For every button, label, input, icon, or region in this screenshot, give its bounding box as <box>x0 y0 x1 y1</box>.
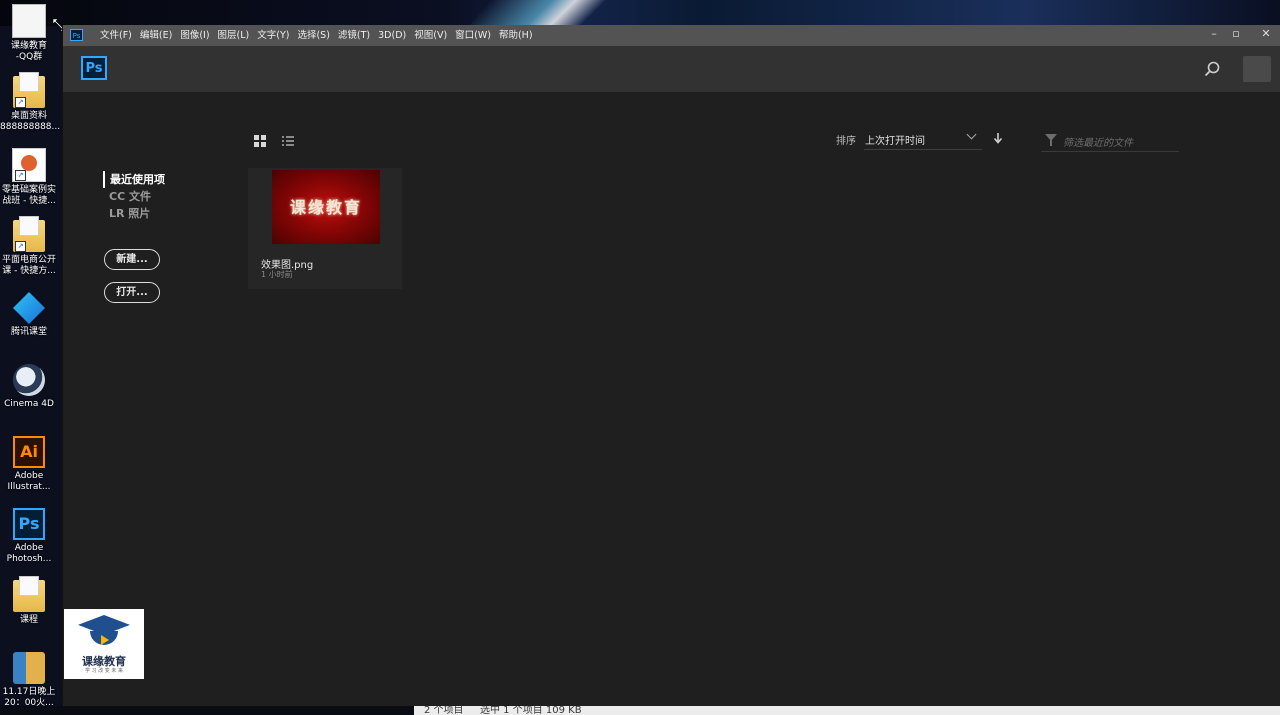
menu-type[interactable]: 文字(Y) <box>257 25 295 46</box>
desktop-icon-label: 课程 <box>19 615 38 625</box>
folder-icon: ↗ <box>13 216 45 252</box>
filter-field[interactable]: 筛选最近的文件 <box>1041 129 1179 152</box>
desktop-icon-column: 课缘教育 -QQ群 ↗ 桌面资料 888888888... ↗ 零基础案例实 战… <box>0 0 60 715</box>
cinema4d-icon <box>13 364 45 396</box>
filter-placeholder: 筛选最近的文件 <box>1063 138 1133 149</box>
status-selected: 选中 1 个项目 109 KB <box>480 706 582 715</box>
desktop-icon-label: 平面电商公开 课 - 快捷方... <box>1 255 56 276</box>
menu-image[interactable]: 图像(I) <box>180 25 215 46</box>
menu-3d[interactable]: 3D(D) <box>378 25 412 46</box>
desktop-icon-courses[interactable]: 课程 <box>0 576 58 626</box>
desktop-icon-label: 零基础案例实 战班 - 快捷... <box>1 185 56 206</box>
sidebar-item-recent[interactable]: 最近使用项 <box>103 171 165 188</box>
menu-view[interactable]: 视图(V) <box>414 25 453 46</box>
document-icon <box>12 4 46 38</box>
new-button[interactable]: 新建... <box>104 249 160 270</box>
filter-funnel-icon <box>1045 134 1057 146</box>
photoshop-app-icon[interactable]: Ps <box>70 29 83 41</box>
desktop-icon-ecommerce-course[interactable]: ↗ 平面电商公开 课 - 快捷方... <box>0 216 58 277</box>
menu-filter[interactable]: 滤镜(T) <box>338 25 376 46</box>
desktop-icon-tencent-classroom[interactable]: 腾讯课堂 <box>0 292 58 338</box>
menu-select[interactable]: 选择(S) <box>297 25 335 46</box>
ps-logo[interactable]: Ps <box>81 56 107 80</box>
desktop-icon-archive[interactable]: 11.17日晚上 20：00火... <box>0 652 58 709</box>
sort-direction-arrow-icon[interactable] <box>993 132 1003 144</box>
desktop-wallpaper <box>0 0 1280 26</box>
tencent-classroom-icon <box>13 292 45 324</box>
list-view-icon[interactable] <box>282 135 294 147</box>
desktop-icon-label: Cinema 4D <box>4 399 54 409</box>
illustrator-icon: Ai <box>13 436 45 468</box>
user-avatar[interactable] <box>1243 56 1271 82</box>
wallpaper-light-streak <box>469 0 641 26</box>
desktop-icon-qq-group[interactable]: 课缘教育 -QQ群 <box>0 4 58 63</box>
menu-window[interactable]: 窗口(W) <box>455 25 497 46</box>
sidebar-item-lr-photos[interactable]: LR 照片 <box>103 205 165 222</box>
file-thumbnail: 课缘教育 <box>272 170 380 244</box>
status-item-count: 2 个项目 <box>424 706 464 715</box>
desktop-icon-label: Adobe Photosh... <box>6 543 52 564</box>
menu-edit[interactable]: 编辑(E) <box>140 25 178 46</box>
explorer-status-bar: 2 个项目 选中 1 个项目 109 KB <box>414 706 1280 715</box>
logo-subtext: 学 习 改 变 未 来 <box>85 668 123 674</box>
watermark-logo: 课缘教育 学 习 改 变 未 来 <box>64 609 144 679</box>
menu-help[interactable]: 帮助(H) <box>499 25 539 46</box>
desktop-icon-basic-course[interactable]: ↗ 零基础案例实 战班 - 快捷... <box>0 148 58 207</box>
desktop-icon-label: 桌面资料 888888888... <box>0 111 61 132</box>
menu-bar: Ps 文件(F) 编辑(E) 图像(I) 图层(L) 文字(Y) 选择(S) 滤… <box>63 25 1280 46</box>
file-time: 1 小时前 <box>261 270 293 279</box>
grid-view-icon[interactable] <box>254 135 266 147</box>
folder-icon <box>13 576 45 612</box>
sort-dropdown[interactable]: 上次打开时间 <box>864 127 982 150</box>
desktop-icon-label: 课缘教育 -QQ群 <box>10 41 47 62</box>
minimize-button[interactable]: – <box>1203 25 1225 46</box>
archive-icon <box>13 652 45 684</box>
desktop-icon-label: 腾讯课堂 <box>10 327 47 337</box>
recent-file-card[interactable]: 课缘教育 效果图.png 1 小时前 <box>248 168 402 289</box>
shortcut-arrow-icon: ↗ <box>15 97 26 108</box>
desktop-icon-cinema4d[interactable]: Cinema 4D <box>0 364 58 410</box>
photoshop-icon: Ps <box>13 508 45 540</box>
folder-icon: ↗ <box>13 72 45 108</box>
menu-file[interactable]: 文件(F) <box>100 25 138 46</box>
sort-label: 排序 <box>836 136 856 147</box>
photoshop-window: Ps 文件(F) 编辑(E) 图像(I) 图层(L) 文字(Y) 选择(S) 滤… <box>62 25 1280 706</box>
maximize-button[interactable]: ▫ <box>1225 25 1247 46</box>
shortcut-arrow-icon: ↗ <box>15 170 26 181</box>
thumbnail-text: 课缘教育 <box>289 198 362 217</box>
search-icon[interactable] <box>1203 60 1221 78</box>
desktop-icon-label: Adobe Illustrat... <box>7 471 51 492</box>
chevron-down-icon <box>966 129 977 140</box>
sort-value: 上次打开时间 <box>865 136 925 147</box>
shortcut-arrow-icon: ↗ <box>15 241 26 252</box>
play-icon <box>101 635 109 645</box>
close-button[interactable]: ✕ <box>1255 25 1277 46</box>
desktop-icon-label: 11.17日晚上 20：00火... <box>2 687 56 708</box>
menu-layer[interactable]: 图层(L) <box>218 25 256 46</box>
home-header: Ps <box>63 46 1280 92</box>
sidebar-item-cc-files[interactable]: CC 文件 <box>103 188 165 205</box>
desktop-icon-desktop-files[interactable]: ↗ 桌面资料 888888888... <box>0 72 61 133</box>
desktop-icon-illustrator[interactable]: Ai Adobe Illustrat... <box>0 436 58 493</box>
presentation-file-icon: ↗ <box>12 148 46 182</box>
menu-list: 文件(F) 编辑(E) 图像(I) 图层(L) 文字(Y) 选择(S) 滤镜(T… <box>100 25 541 46</box>
open-button[interactable]: 打开... <box>104 282 160 303</box>
sidebar-nav: 最近使用项 CC 文件 LR 照片 <box>103 171 165 222</box>
desktop-icon-photoshop[interactable]: Ps Adobe Photosh... <box>0 508 58 565</box>
